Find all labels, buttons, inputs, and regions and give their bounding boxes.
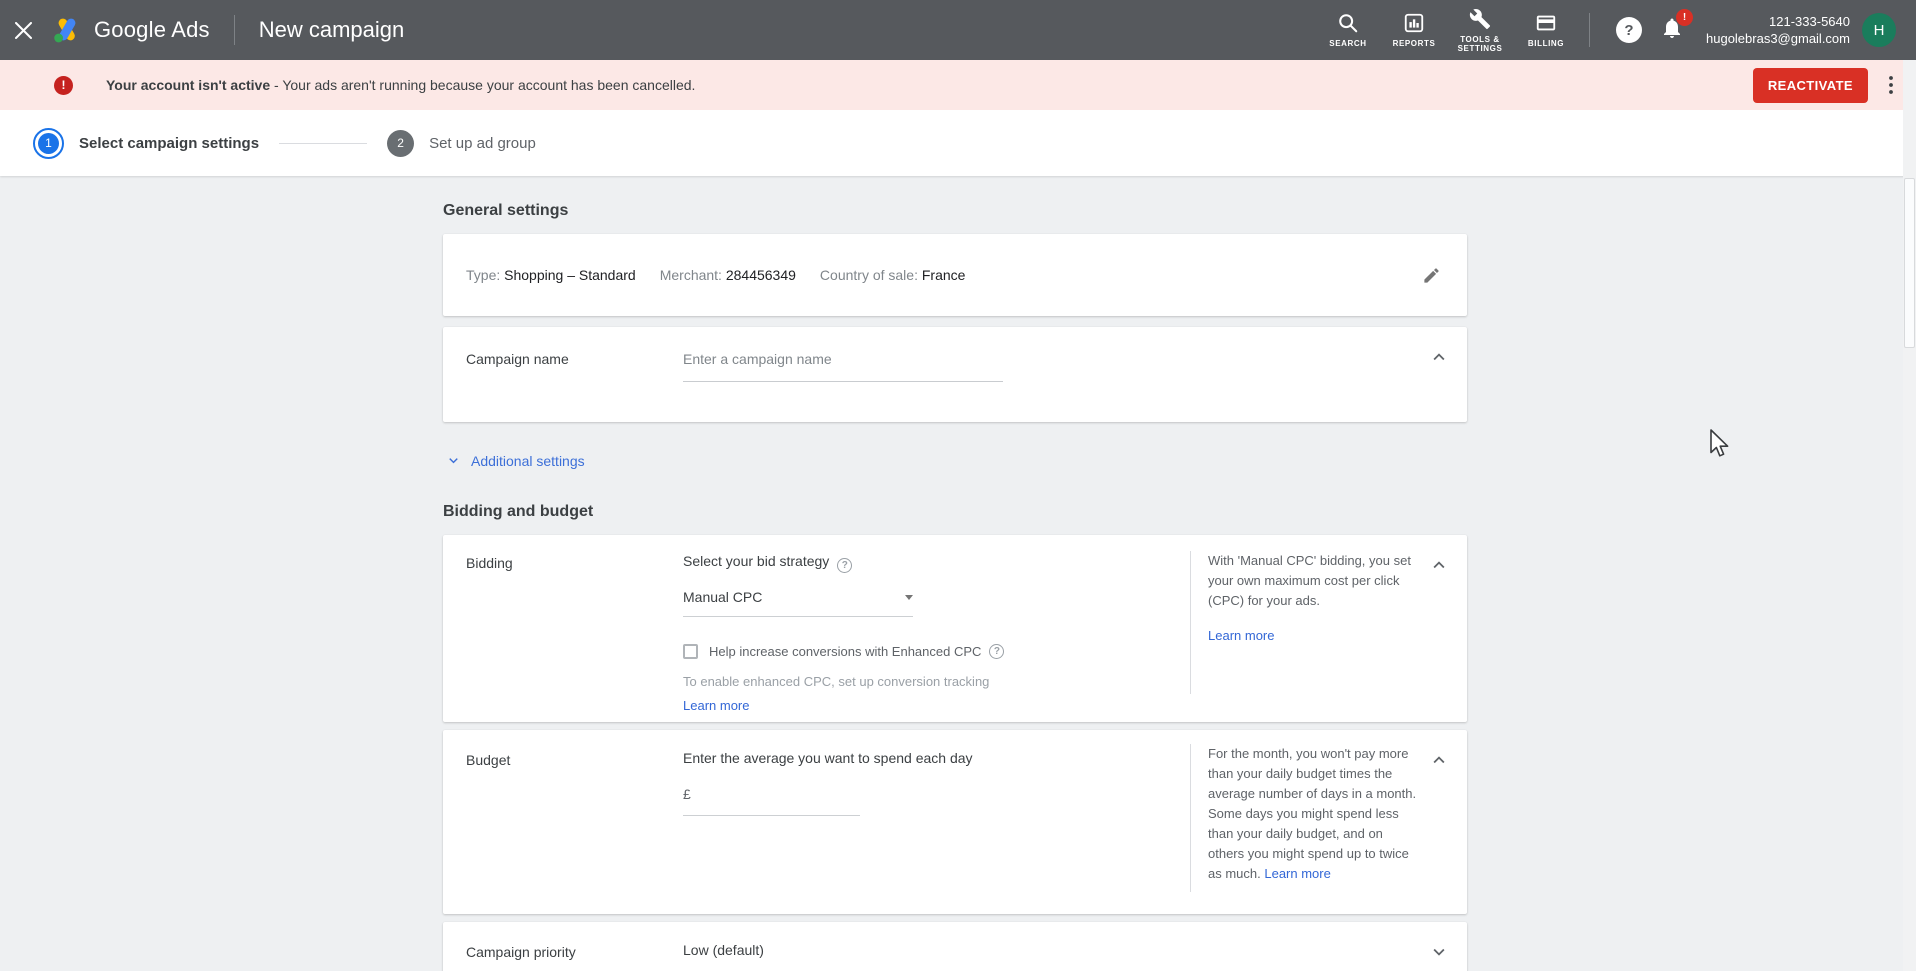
billing-label: BILLING	[1528, 39, 1564, 48]
scrollbar	[1903, 60, 1916, 971]
reports-label: REPORTS	[1393, 39, 1436, 48]
bidding-label: Bidding	[466, 553, 683, 722]
alert-detail: - Your ads aren't running because your a…	[270, 77, 695, 93]
general-settings-heading: General settings	[443, 202, 1916, 220]
divider	[1589, 13, 1590, 47]
notifications-button[interactable]: !	[1660, 16, 1684, 45]
alert-title: Your account isn't active	[106, 77, 270, 93]
campaign-priority-value: Low (default)	[683, 942, 764, 971]
collapse-chevron-up-icon[interactable]	[1427, 553, 1451, 577]
campaign-settings-content: General settings Type: Shopping – Standa…	[0, 176, 1916, 971]
step-set-up-ad-group[interactable]: 2 Set up ad group	[387, 130, 536, 157]
learn-more-link[interactable]: Learn more	[683, 698, 749, 713]
account-email: hugolebras3@gmail.com	[1706, 30, 1850, 47]
budget-help-text: For the month, you won't pay more than y…	[1208, 744, 1420, 884]
help-icon[interactable]: ?	[1616, 17, 1642, 43]
country-value: France	[922, 267, 966, 283]
campaign-priority-label: Campaign priority	[466, 942, 683, 971]
bid-strategy-select[interactable]: Manual CPC	[683, 589, 913, 617]
dropdown-arrow-icon	[905, 595, 913, 600]
campaign-priority-card: Campaign priority Low (default)	[443, 922, 1467, 971]
notification-badge: !	[1676, 9, 1693, 26]
topbar-actions: SEARCH REPORTS TOOLS & SETTINGS BILLING …	[1315, 8, 1916, 53]
enhanced-cpc-note: To enable enhanced CPC, set up conversio…	[683, 674, 1163, 689]
campaign-stepper: 1 Select campaign settings 2 Set up ad g…	[0, 110, 1916, 176]
billing-icon	[1535, 12, 1557, 34]
bid-strategy-label: Select your bid strategy	[683, 553, 829, 569]
close-icon[interactable]	[0, 0, 46, 60]
budget-prompt: Enter the average you want to spend each…	[683, 750, 1163, 766]
billing-button[interactable]: BILLING	[1515, 12, 1577, 48]
type-value: Shopping – Standard	[504, 267, 636, 283]
tools-settings-label: TOOLS & SETTINGS	[1449, 35, 1511, 53]
step1-circle: 1	[38, 133, 59, 154]
account-info[interactable]: 121-333-5640 hugolebras3@gmail.com	[1706, 13, 1850, 47]
country-pair: Country of sale: France	[820, 267, 966, 283]
help-circle-icon[interactable]: ?	[989, 644, 1004, 659]
budget-help-note: For the month, you won't pay more than y…	[1208, 746, 1416, 881]
enhanced-cpc-checkbox[interactable]	[683, 644, 698, 659]
step2-label: Set up ad group	[429, 135, 536, 152]
merchant-value: 284456349	[726, 267, 796, 283]
collapse-chevron-up-icon[interactable]	[1427, 748, 1451, 772]
bid-strategy-value: Manual CPC	[683, 589, 762, 605]
expand-chevron-down-icon[interactable]	[1427, 940, 1451, 964]
enhanced-cpc-row: Help increase conversions with Enhanced …	[683, 644, 1163, 659]
type-label: Type:	[466, 267, 500, 283]
google-ads-logo	[50, 15, 84, 45]
budget-learn-more-link[interactable]: Learn more	[1264, 866, 1330, 881]
campaign-type-card: Type: Shopping – Standard Merchant: 2844…	[443, 234, 1467, 316]
top-app-bar: Google Ads New campaign SEARCH REPORTS T…	[0, 0, 1916, 60]
collapse-chevron-up-icon[interactable]	[1427, 345, 1451, 369]
bidding-fields: Select your bid strategy? Manual CPC Hel…	[683, 553, 1163, 722]
bidding-help-panel: With 'Manual CPC' bidding, you set your …	[1190, 551, 1435, 694]
step2-circle: 2	[387, 130, 414, 157]
reports-icon	[1403, 12, 1425, 34]
budget-help-panel: For the month, you won't pay more than y…	[1190, 744, 1435, 892]
brand-name: Google Ads	[94, 17, 210, 43]
bidding-budget-heading: Bidding and budget	[443, 503, 1916, 521]
page-title: New campaign	[259, 17, 405, 43]
step-select-campaign-settings[interactable]: 1 Select campaign settings	[33, 128, 259, 159]
google-ads-new-campaign-page: Google Ads New campaign SEARCH REPORTS T…	[0, 0, 1916, 971]
additional-settings-label: Additional settings	[471, 453, 585, 469]
country-label: Country of sale:	[820, 267, 918, 283]
type-pair: Type: Shopping – Standard	[466, 267, 636, 283]
merchant-label: Merchant:	[660, 267, 722, 283]
campaign-name-card: Campaign name	[443, 327, 1467, 422]
budget-card: Budget Enter the average you want to spe…	[443, 730, 1467, 914]
merchant-pair: Merchant: 284456349	[660, 267, 796, 283]
enhanced-cpc-label: Help increase conversions with Enhanced …	[709, 644, 981, 659]
budget-fields: Enter the average you want to spend each…	[683, 750, 1163, 914]
campaign-name-label: Campaign name	[466, 349, 683, 422]
budget-label: Budget	[466, 750, 683, 914]
alert-message: Your account isn't active - Your ads are…	[106, 77, 695, 93]
step-connector	[279, 143, 367, 144]
campaign-name-input[interactable]	[683, 349, 1003, 382]
edit-pencil-icon[interactable]	[1419, 263, 1443, 287]
search-label: SEARCH	[1329, 39, 1366, 48]
chevron-down-icon	[445, 452, 462, 469]
account-alert-banner: ! Your account isn't active - Your ads a…	[0, 60, 1916, 110]
search-button[interactable]: SEARCH	[1317, 12, 1379, 48]
step1-label: Select campaign settings	[79, 135, 259, 152]
additional-settings-toggle[interactable]: Additional settings	[445, 452, 585, 469]
reports-button[interactable]: REPORTS	[1383, 12, 1445, 48]
bidding-help-text: With 'Manual CPC' bidding, you set your …	[1208, 551, 1420, 611]
step1-ring: 1	[33, 128, 64, 159]
reactivate-button[interactable]: REACTIVATE	[1753, 68, 1868, 103]
divider	[234, 15, 235, 45]
budget-amount-input[interactable]: £	[683, 786, 860, 816]
account-phone: 121-333-5640	[1706, 13, 1850, 30]
bidding-learn-more-link[interactable]: Learn more	[1208, 628, 1274, 643]
help-circle-icon[interactable]: ?	[837, 558, 852, 573]
bidding-card: Bidding Select your bid strategy? Manual…	[443, 535, 1467, 722]
error-icon: !	[54, 76, 73, 95]
search-icon	[1337, 12, 1359, 34]
wrench-icon	[1469, 8, 1491, 30]
avatar[interactable]: H	[1862, 13, 1896, 47]
tools-settings-button[interactable]: TOOLS & SETTINGS	[1449, 8, 1511, 53]
scrollbar-thumb[interactable]	[1904, 178, 1915, 348]
